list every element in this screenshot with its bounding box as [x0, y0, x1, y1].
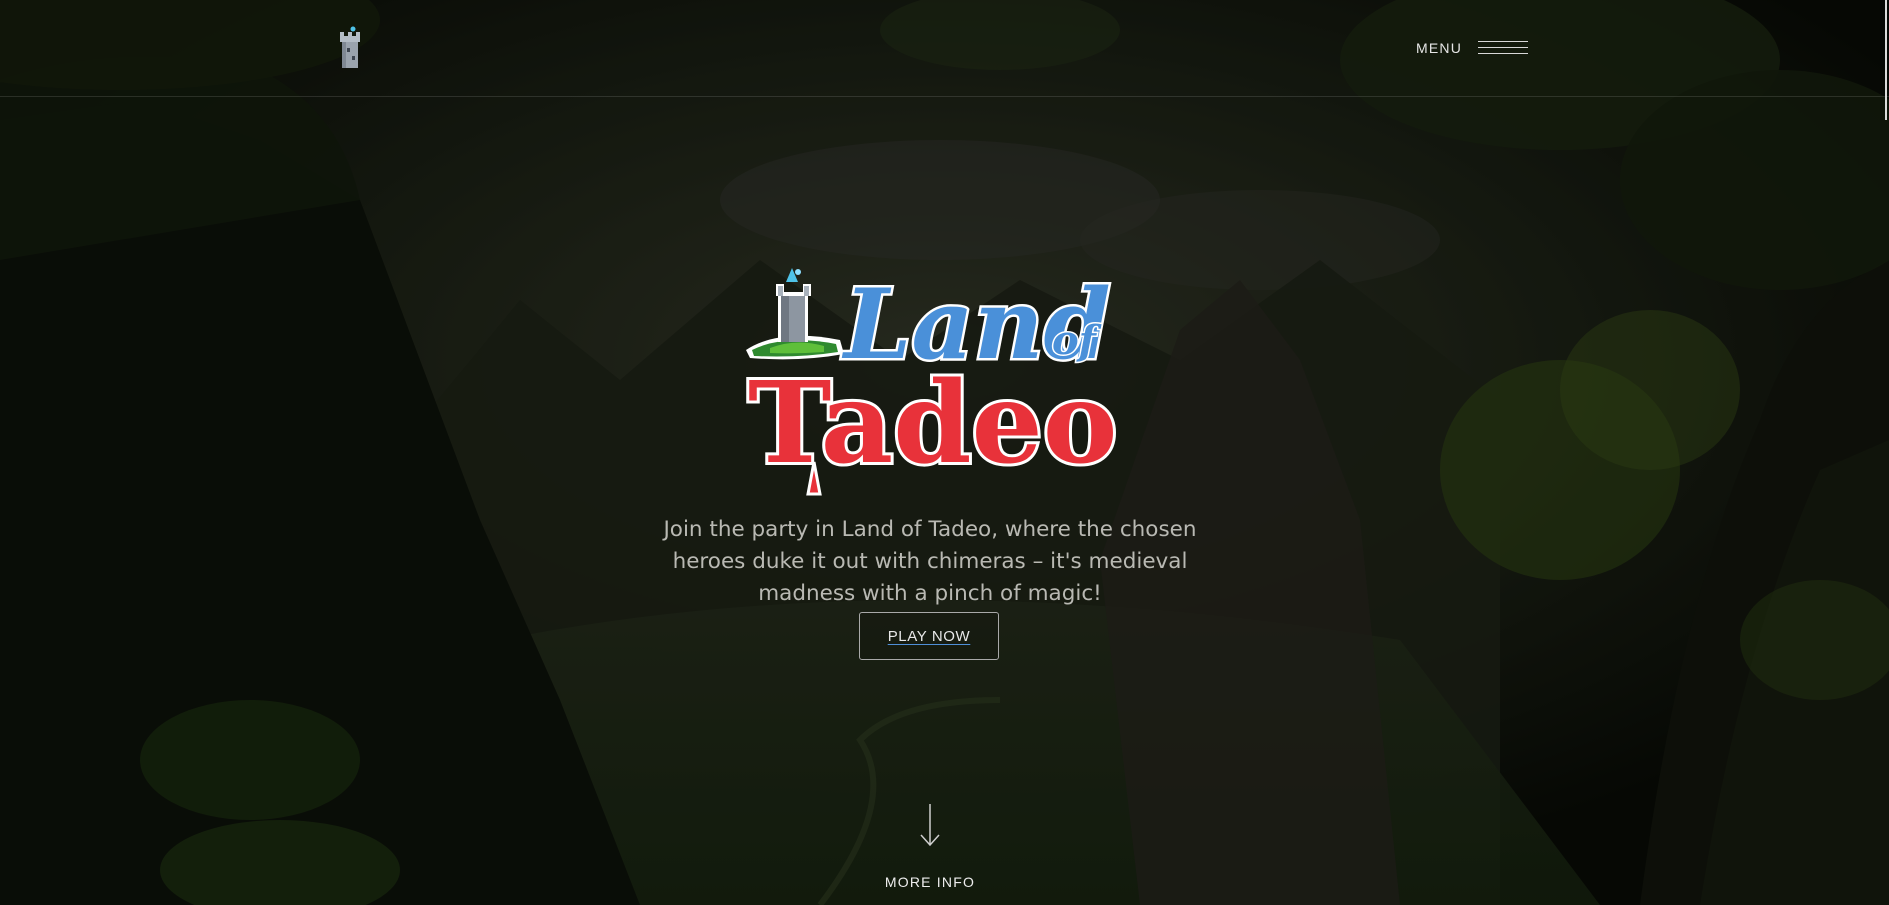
landing-page: MENU Land of Tadeo Join the party in Lan… [0, 0, 1889, 905]
scrollbar[interactable] [1885, 0, 1887, 120]
more-info-label: MORE INFO [884, 874, 976, 890]
menu-label: MENU [1416, 40, 1463, 56]
castle-island-icon [746, 268, 844, 360]
tower-icon[interactable] [337, 26, 363, 68]
play-now-button[interactable]: PLAY NOW [859, 612, 999, 660]
land-of-tadeo-logo: Land of Tadeo [745, 266, 1120, 496]
hamburger-icon [1478, 40, 1529, 56]
hero-tagline: Join the party in Land of Tadeo, where t… [663, 517, 1197, 606]
svg-text:Tadeo: Tadeo [748, 358, 1117, 489]
more-info-link[interactable]: MORE INFO [870, 804, 990, 894]
menu-button[interactable]: MENU [1416, 34, 1534, 62]
site-header: MENU [0, 0, 1889, 97]
svg-text:of: of [1052, 317, 1102, 364]
logo-word-tadeo: Tadeo [745, 355, 1120, 496]
arrow-down-icon [920, 804, 940, 847]
play-now-label: PLAY NOW [887, 627, 971, 645]
